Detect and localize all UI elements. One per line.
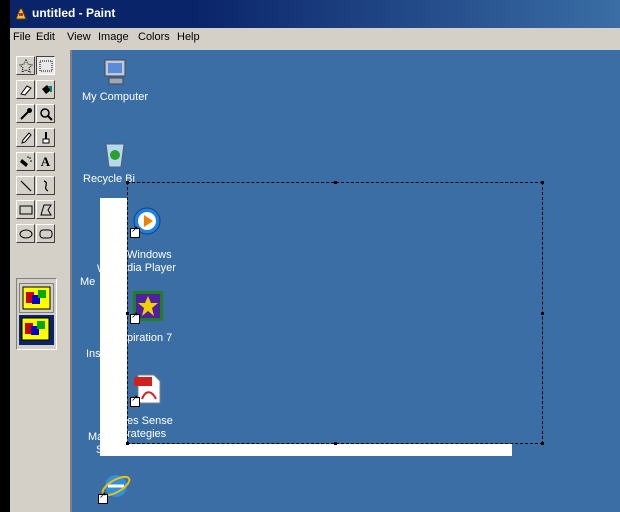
selection-handle[interactable] <box>334 442 337 445</box>
canvas-workspace[interactable]: My Computer Recycle Bi W Me Insp Mak St <box>72 50 620 512</box>
tool-pick-color[interactable] <box>16 104 35 123</box>
tool-fill[interactable] <box>36 80 55 99</box>
color-picker-icon <box>19 107 32 120</box>
desktop-icon-my-computer[interactable]: My Computer <box>77 56 153 104</box>
my-computer-icon <box>104 59 126 85</box>
selection-handle[interactable] <box>334 181 337 184</box>
opaque-selection-icon <box>22 286 51 310</box>
tool-curve[interactable] <box>36 176 55 195</box>
title-bar[interactable]: untitled - Paint <box>10 0 620 28</box>
transparent-selection-option[interactable] <box>19 315 54 345</box>
menu-image[interactable]: Image <box>98 31 129 43</box>
selection-handle[interactable] <box>126 181 129 184</box>
menu-edit[interactable]: Edit <box>36 31 55 43</box>
window-title: untitled - Paint <box>32 6 116 20</box>
paint-window: untitled - Paint File Edit View Image Co… <box>10 0 620 512</box>
rectangle-icon <box>19 205 32 214</box>
tool-text[interactable]: A <box>36 152 55 171</box>
tool-rectangle[interactable] <box>16 200 35 219</box>
pencil-icon <box>20 131 32 144</box>
selection-handle[interactable] <box>541 181 544 184</box>
airbrush-icon <box>19 155 32 167</box>
menu-bar: File Edit View Image Colors Help <box>10 28 620 48</box>
desktop-icon-internet-explorer[interactable] <box>98 470 132 504</box>
magnifier-icon <box>39 107 53 121</box>
free-form-select-icon <box>18 58 33 73</box>
tool-free-form-select[interactable] <box>16 56 35 75</box>
tool-ellipse[interactable] <box>16 224 35 243</box>
opaque-selection-option[interactable] <box>19 283 54 313</box>
selection-handle[interactable] <box>541 442 544 445</box>
rectangle-select-icon <box>39 60 52 71</box>
menu-view[interactable]: View <box>67 31 91 43</box>
toolbox: A <box>10 50 70 512</box>
menu-colors[interactable]: Colors <box>138 31 170 43</box>
menu-file[interactable]: File <box>13 31 31 43</box>
polygon-icon <box>39 204 52 215</box>
paint-app-icon <box>15 8 27 20</box>
selection-marquee[interactable] <box>126 181 544 445</box>
tool-polygon[interactable] <box>36 200 55 219</box>
eraser-icon <box>19 84 32 96</box>
fragment-text: Me <box>80 276 96 288</box>
tool-rectangle-select[interactable] <box>36 56 55 75</box>
tool-eraser[interactable] <box>16 80 35 99</box>
selection-handle[interactable] <box>126 442 129 445</box>
curve-icon <box>43 179 48 192</box>
desktop-icon-label: My Computer <box>81 91 149 103</box>
wmp-label-fragment-2: Me <box>80 276 95 289</box>
line-icon <box>20 180 31 191</box>
text-tool-icon: A <box>40 153 51 169</box>
fill-bucket-icon <box>41 84 52 94</box>
selection-handle[interactable] <box>541 312 544 315</box>
menu-help[interactable]: Help <box>177 31 200 43</box>
selection-handle[interactable] <box>126 312 129 315</box>
transparent-selection-icon <box>21 317 50 341</box>
tool-magnifier[interactable] <box>36 104 55 123</box>
desktop-icon-recycle-bin[interactable]: Recycle Bi <box>77 138 153 186</box>
rounded-rectangle-icon <box>39 229 52 238</box>
tool-options <box>16 278 57 350</box>
tool-rounded-rectangle[interactable] <box>36 224 55 243</box>
shortcut-arrow-icon <box>98 491 108 504</box>
tool-airbrush[interactable] <box>16 152 35 171</box>
tool-pencil[interactable] <box>16 128 35 147</box>
tool-brush[interactable] <box>36 128 55 147</box>
recycle-bin-icon <box>105 143 125 168</box>
canvas-left-strip <box>100 198 127 456</box>
tool-line[interactable] <box>16 176 35 195</box>
ellipse-icon <box>19 229 32 238</box>
brush-icon <box>42 131 49 143</box>
